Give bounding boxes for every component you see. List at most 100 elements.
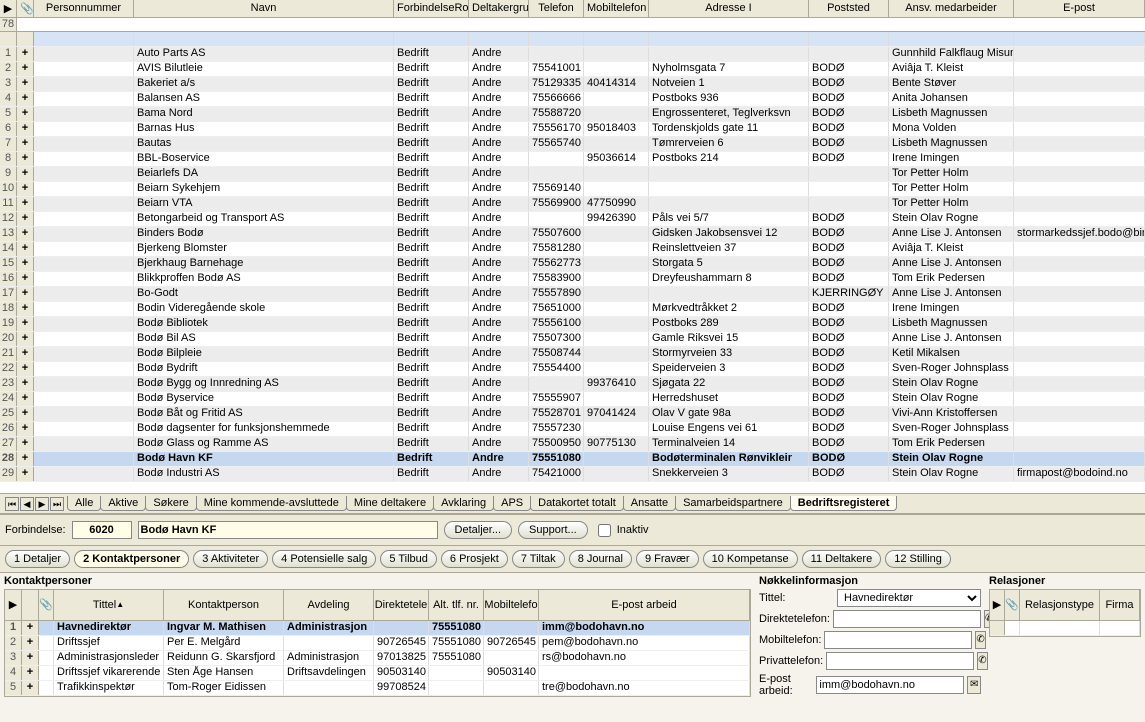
table-row[interactable]: 22+Bodø BydriftBedriftAndre75554400Speid… (0, 362, 1145, 377)
worksheet-tab[interactable]: Aktive (100, 496, 146, 511)
attach-header[interactable]: 📎 (17, 0, 34, 17)
contacts-col-epost[interactable]: E-post arbeid (539, 590, 750, 620)
worksheet-tab[interactable]: Alle (67, 496, 101, 511)
table-row[interactable]: 18+Bodin Videregående skoleBedriftAndre7… (0, 302, 1145, 317)
table-row[interactable]: 10+Beiarn SykehjemBedriftAndre75569140To… (0, 182, 1145, 197)
expand-icon[interactable]: + (17, 122, 34, 136)
detail-tab[interactable]: 9 Fravær (636, 550, 699, 568)
expand-icon[interactable]: + (17, 212, 34, 226)
col-personnummer[interactable]: Personnummer (34, 0, 134, 17)
detail-tab[interactable]: 10 Kompetanse (703, 550, 798, 568)
expand-icon[interactable]: + (17, 167, 34, 181)
table-row[interactable] (0, 32, 1145, 47)
worksheet-tab[interactable]: Datakortet totalt (530, 496, 624, 511)
forbindelse-name-input[interactable] (138, 521, 438, 539)
expand-icon[interactable]: + (17, 257, 34, 271)
table-row[interactable]: 24+Bodø ByserviceBedriftAndre75555907Her… (0, 392, 1145, 407)
contact-row[interactable]: 2+DriftssjefPer E. Melgård90726545755510… (5, 636, 750, 651)
col-navn[interactable]: Navn (134, 0, 394, 17)
detail-tab[interactable]: 7 Tiltak (512, 550, 565, 568)
expand-icon[interactable]: + (22, 681, 39, 695)
detail-tab[interactable]: 1 Detaljer (5, 550, 70, 568)
table-row[interactable]: 20+Bodø Bil ASBedriftAndre75507300Gamle … (0, 332, 1145, 347)
table-row[interactable]: 4+Balansen ASBedriftAndre75566666Postbok… (0, 92, 1145, 107)
col-epost[interactable]: E-post (1014, 0, 1145, 17)
rel-col-type[interactable]: Relasjonstype (1020, 590, 1100, 620)
contacts-col-direkte[interactable]: Direktetele (374, 590, 429, 620)
tab-prev-icon[interactable]: ◀ (20, 497, 34, 511)
detaljer-button[interactable]: Detaljer... (444, 521, 512, 539)
expand-icon[interactable]: + (17, 287, 34, 301)
contact-row[interactable]: 1+HavnedirektørIngvar M. MathisenAdminis… (5, 621, 750, 636)
worksheet-tab[interactable]: Ansatte (623, 496, 676, 511)
worksheet-tab[interactable]: Mine deltakere (346, 496, 434, 511)
col-telefon[interactable]: Telefon (529, 0, 584, 17)
expand-icon[interactable] (17, 32, 34, 46)
privattelefon-input[interactable] (826, 652, 974, 670)
worksheet-tab[interactable]: Samarbeidspartnere (675, 496, 791, 511)
contacts-rownum-header[interactable]: ▶ (5, 590, 22, 620)
table-row[interactable]: 14+Bjerkeng BlomsterBedriftAndre75581280… (0, 242, 1145, 257)
table-row[interactable]: 17+Bo-GodtBedriftAndre75557890KJERRINGØY… (0, 287, 1145, 302)
table-row[interactable]: 28+Bodø Havn KFBedriftAndre75551080Bodøt… (0, 452, 1145, 467)
table-row[interactable]: 16+Blikkproffen Bodø ASBedriftAndre75583… (0, 272, 1145, 287)
expand-icon[interactable]: + (17, 272, 34, 286)
direktetelefon-input[interactable] (833, 610, 981, 628)
detail-tab[interactable]: 2 Kontaktpersoner (74, 550, 189, 568)
worksheet-tab[interactable]: Bedriftsregisteret (790, 496, 898, 511)
main-grid-body[interactable]: 1+Auto Parts ASBedriftAndreGunnhild Falk… (0, 32, 1145, 493)
detail-tab[interactable]: 3 Aktiviteter (193, 550, 268, 568)
worksheet-tab[interactable]: APS (493, 496, 531, 511)
expand-icon[interactable]: + (17, 347, 34, 361)
contacts-col-tittel[interactable]: Tittel (54, 590, 164, 620)
expand-icon[interactable]: + (17, 437, 34, 451)
mail-icon[interactable]: ✉ (967, 676, 981, 694)
col-ansv[interactable]: Ansv. medarbeider (889, 0, 1014, 17)
table-row[interactable]: 6+Barnas HusBedriftAndre7555617095018403… (0, 122, 1145, 137)
table-row[interactable]: 29+Bodø Industri ASBedriftAndre75421000S… (0, 467, 1145, 482)
worksheet-tab[interactable]: Avklaring (433, 496, 494, 511)
contacts-attach-header[interactable]: 📎 (39, 590, 54, 620)
table-row[interactable]: 21+Bodø BilpleieBedriftAndre75508744Stor… (0, 347, 1145, 362)
expand-icon[interactable]: + (17, 242, 34, 256)
expand-icon[interactable]: + (17, 77, 34, 91)
contacts-exp-header[interactable] (22, 590, 39, 620)
col-forbindelse[interactable]: ForbindelseRo (394, 0, 469, 17)
contacts-col-kontakt[interactable]: Kontaktperson (164, 590, 284, 620)
rel-rownum-header[interactable]: ▶ (990, 590, 1005, 620)
expand-icon[interactable]: + (22, 651, 39, 665)
table-row[interactable]: 13+Binders BodøBedriftAndre75507600Gidsk… (0, 227, 1145, 242)
expand-icon[interactable]: + (22, 636, 39, 650)
detail-tab[interactable]: 8 Journal (569, 550, 632, 568)
expand-icon[interactable]: + (17, 302, 34, 316)
tab-first-icon[interactable]: ⏮ (5, 497, 19, 511)
table-row[interactable]: 8+BBL-BoserviceBedriftAndre95036614Postb… (0, 152, 1145, 167)
rel-attach-header[interactable]: 📎 (1005, 590, 1020, 620)
col-poststed[interactable]: Poststed (809, 0, 889, 17)
expand-icon[interactable]: + (17, 452, 34, 466)
table-row[interactable]: 12+Betongarbeid og Transport ASBedriftAn… (0, 212, 1145, 227)
epost-input[interactable] (816, 676, 964, 694)
expand-icon[interactable]: + (17, 197, 34, 211)
expand-icon[interactable]: + (17, 227, 34, 241)
col-deltakergru[interactable]: Deltakergru (469, 0, 529, 17)
expand-icon[interactable]: + (17, 377, 34, 391)
expand-icon[interactable]: + (22, 666, 39, 680)
expand-icon[interactable]: + (17, 317, 34, 331)
expand-icon[interactable]: + (17, 182, 34, 196)
rel-col-firma[interactable]: Firma (1100, 590, 1140, 620)
detail-tab[interactable]: 6 Prosjekt (441, 550, 508, 568)
contact-row[interactable]: 5+TrafikkinspektørTom-Roger Eidissen9970… (5, 681, 750, 696)
rownum-header[interactable]: ▶ (0, 0, 17, 17)
table-row[interactable]: 15+Bjerkhaug BarnehageBedriftAndre755627… (0, 257, 1145, 272)
contact-row[interactable]: 3+AdministrasjonslederReidunn G. Skarsfj… (5, 651, 750, 666)
expand-icon[interactable]: + (17, 107, 34, 121)
expand-icon[interactable]: + (17, 62, 34, 76)
table-row[interactable]: 9+Beiarlefs DABedriftAndreTor Petter Hol… (0, 167, 1145, 182)
table-row[interactable]: 19+Bodø BibliotekBedriftAndre75556100Pos… (0, 317, 1145, 332)
contact-row[interactable]: 4+Driftssjef vikarerendeSten Åge HansenD… (5, 666, 750, 681)
detail-tab[interactable]: 12 Stilling (885, 550, 951, 568)
contacts-col-alt[interactable]: Alt. tlf. nr. (429, 590, 484, 620)
expand-icon[interactable]: + (17, 137, 34, 151)
table-row[interactable]: 1+Auto Parts ASBedriftAndreGunnhild Falk… (0, 47, 1145, 62)
